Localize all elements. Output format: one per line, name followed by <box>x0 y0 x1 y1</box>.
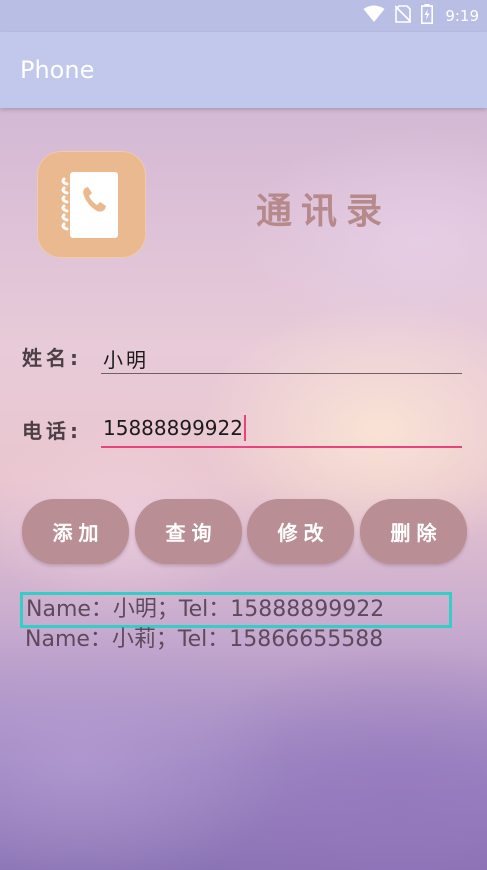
delete-button[interactable]: 删除 <box>360 499 467 564</box>
page-title: 通讯录 <box>256 191 392 232</box>
tel-label: 电话: <box>22 419 82 443</box>
battery-charging-icon <box>421 4 434 28</box>
wifi-icon <box>363 5 385 27</box>
status-time: 9:19 <box>445 7 479 25</box>
name-value: 小明 <box>103 348 149 372</box>
no-sim-icon <box>394 5 412 27</box>
tel-field[interactable]: 15888899922 <box>101 415 462 448</box>
name-field[interactable]: 小明 <box>101 344 462 374</box>
add-button[interactable]: 添加 <box>22 499 129 564</box>
query-button[interactable]: 查询 <box>135 499 242 564</box>
contact-list: Name：小明；Tel：15888899922 Name：小莉；Tel：1586… <box>20 592 452 658</box>
status-icons: 9:19 <box>363 4 479 28</box>
list-item[interactable]: Name：小莉；Tel：15866655588 <box>20 622 452 658</box>
app-title: Phone <box>20 56 95 84</box>
text-cursor <box>243 415 246 441</box>
tel-value: 15888899922 <box>103 416 243 440</box>
name-label: 姓名: <box>22 346 82 370</box>
status-bar: 9:19 <box>0 0 487 32</box>
app-bar: Phone <box>0 32 487 108</box>
edit-button[interactable]: 修改 <box>247 499 354 564</box>
contact-book-phone-icon <box>37 151 146 258</box>
